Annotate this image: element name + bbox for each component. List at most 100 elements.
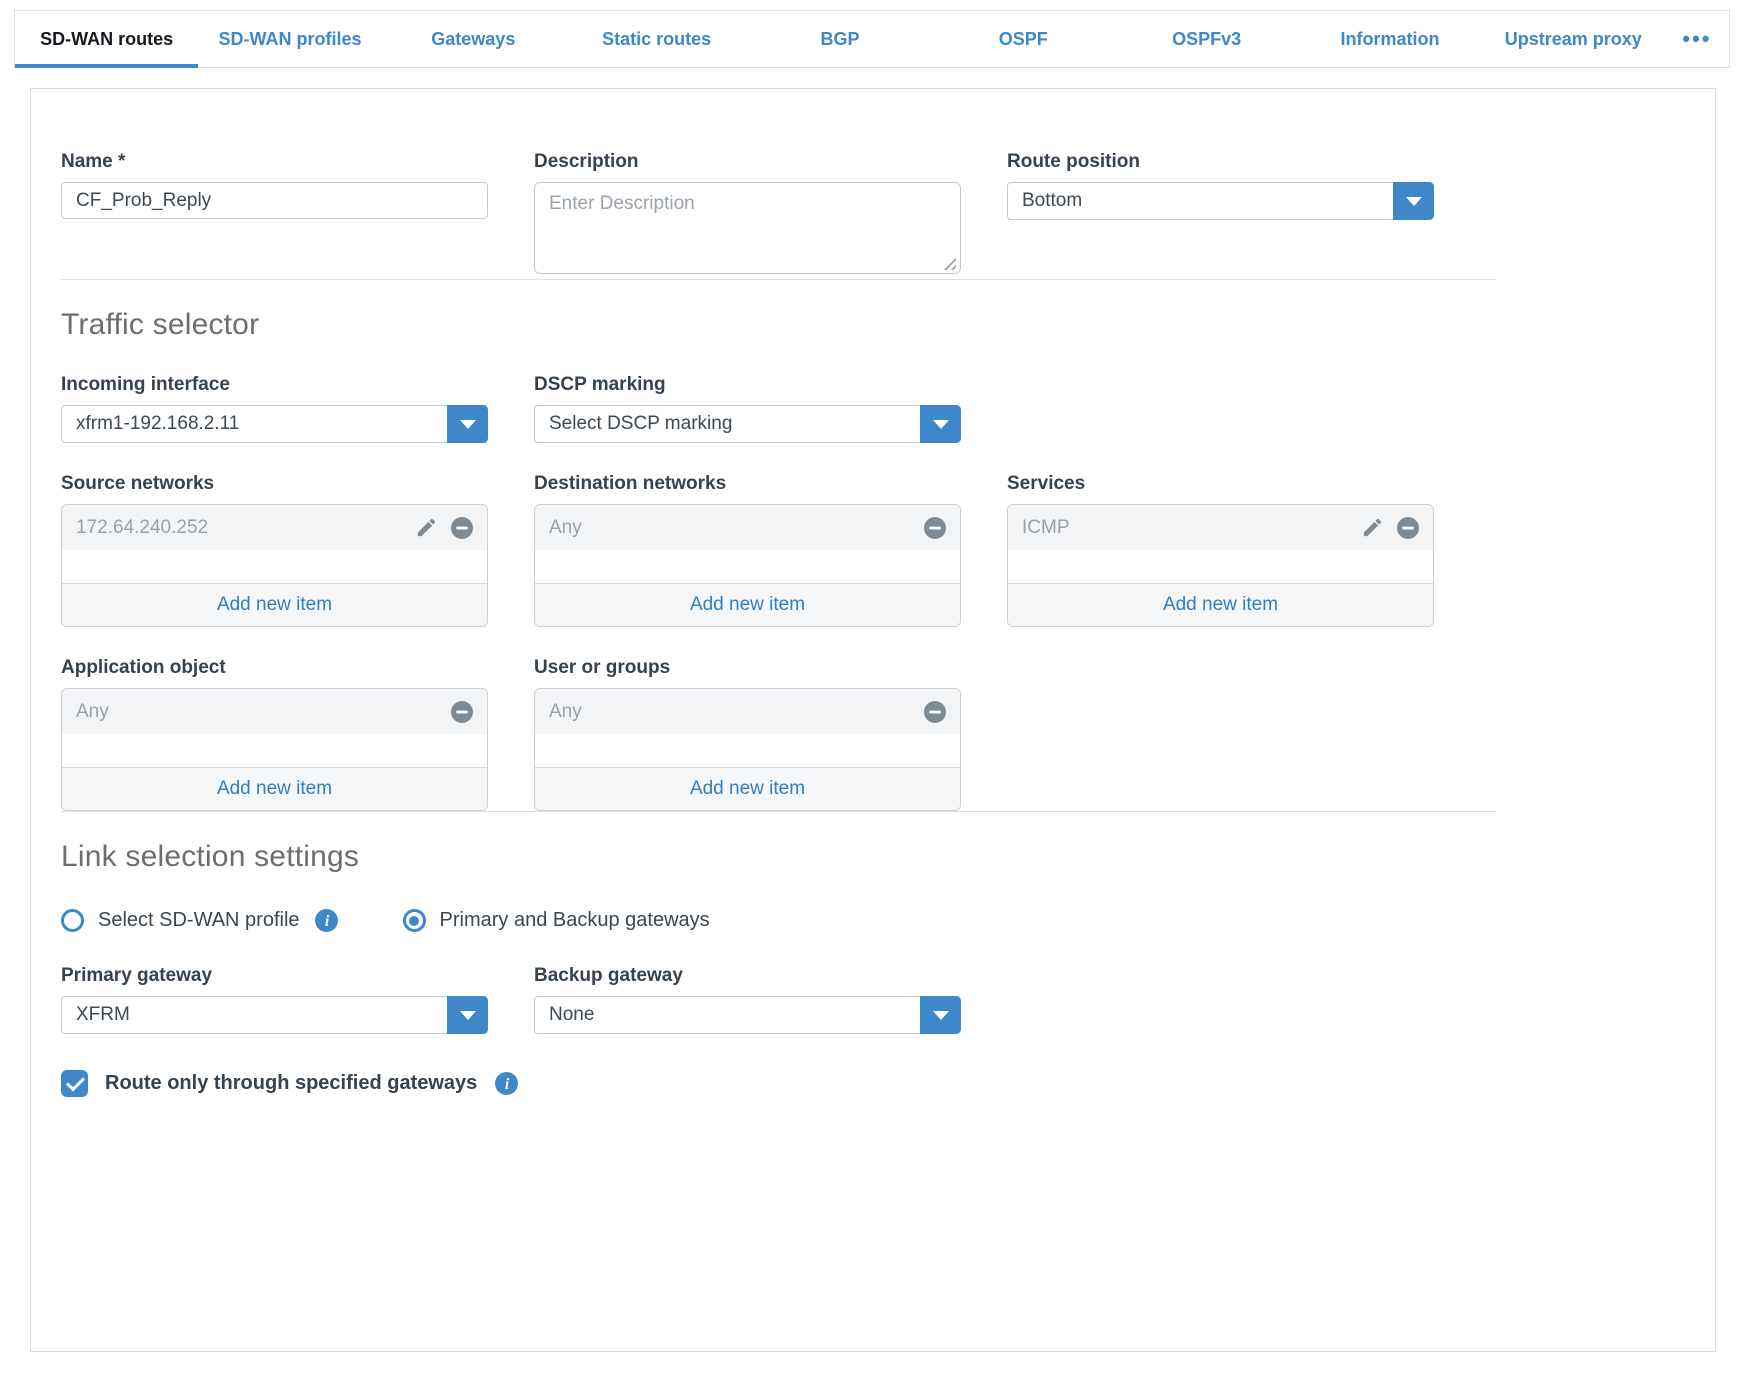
list-item: ICMP [1008,505,1433,550]
remove-icon[interactable] [923,700,947,724]
listbox-filler [535,734,960,767]
info-icon[interactable]: i [314,908,339,933]
destination-network-value: Any [549,517,582,539]
remove-icon[interactable] [1396,516,1420,540]
tab-ospf[interactable]: OSPF [932,11,1115,67]
radio-option-primary-backup[interactable]: Primary and Backup gateways [403,909,710,932]
dscp-field-group: DSCP marking Select DSCP marking [534,374,961,443]
incoming-interface-field-group: Incoming interface xfrm1-192.168.2.11 [61,374,488,443]
route-only-checkbox-row: Route only through specified gateways i [61,1070,1685,1097]
tab-gateways[interactable]: Gateways [382,11,565,67]
dscp-marking-dropdown-button[interactable] [920,405,961,443]
tab-sdwan-profiles[interactable]: SD-WAN profiles [198,11,381,67]
dscp-marking-select[interactable]: Select DSCP marking [534,405,961,443]
info-icon[interactable]: i [494,1071,519,1096]
route-position-label: Route position [1007,151,1434,173]
networks-services-row: Source networks 172.64.240.252 Add new i… [61,473,1685,627]
list-item: 172.64.240.252 [62,505,487,550]
tab-upstream-proxy[interactable]: Upstream proxy [1482,11,1665,67]
user-or-groups-label: User or groups [534,657,961,679]
application-users-row: Application object Any Add new item User… [61,657,1685,811]
route-position-dropdown-button[interactable] [1393,182,1434,220]
tab-static-routes[interactable]: Static routes [565,11,748,67]
tab-sdwan-routes[interactable]: SD-WAN routes [15,11,198,67]
dscp-marking-label: DSCP marking [534,374,961,396]
services-label: Services [1007,473,1434,495]
tab-bgp[interactable]: BGP [748,11,931,67]
checkbox-checked-icon[interactable] [61,1070,88,1097]
primary-gateway-select[interactable]: XFRM [61,996,488,1034]
svg-text:i: i [505,1076,510,1093]
chevron-down-icon [1406,197,1422,206]
listbox-filler [62,550,487,583]
section-divider [61,811,1496,812]
destination-networks-listbox: Any Add new item [534,504,961,627]
name-label: Name * [61,151,488,173]
radio-option-sdwan-profile[interactable]: Select SD-WAN profile i [61,908,339,933]
radio-checked-icon[interactable] [403,909,426,932]
remove-icon[interactable] [450,700,474,724]
incoming-interface-value: xfrm1-192.168.2.11 [76,413,239,435]
listbox-filler [62,734,487,767]
chevron-down-icon [460,420,476,429]
list-item: Any [62,689,487,734]
tab-ospfv3[interactable]: OSPFv3 [1115,11,1298,67]
add-new-item-button[interactable]: Add new item [535,767,960,810]
add-new-item-button[interactable]: Add new item [62,767,487,810]
name-input[interactable] [61,182,488,219]
listbox-filler [535,550,960,583]
primary-gateway-value: XFRM [76,1004,130,1026]
backup-gateway-select[interactable]: None [534,996,961,1034]
route-position-select[interactable]: Bottom [1007,182,1434,220]
description-field-group: Description [534,151,961,279]
primary-gateway-dropdown-button[interactable] [447,996,488,1034]
interface-dscp-row: Incoming interface xfrm1-192.168.2.11 DS… [61,374,1685,443]
edit-icon[interactable] [415,516,438,539]
radio-sdwan-profile-label: Select SD-WAN profile [98,909,300,932]
remove-icon[interactable] [450,516,474,540]
add-new-item-button[interactable]: Add new item [1008,583,1433,626]
sdwan-route-form-card: Name * Description Route position Bottom… [30,88,1716,1352]
backup-gateway-dropdown-button[interactable] [920,996,961,1034]
edit-icon[interactable] [1361,516,1384,539]
application-object-group: Application object Any Add new item [61,657,488,811]
more-tabs-icon[interactable]: ••• [1665,11,1729,67]
chevron-down-icon [933,1011,949,1020]
traffic-selector-heading: Traffic selector [61,308,1685,342]
route-position-field-group: Route position Bottom [1007,151,1434,220]
source-network-value: 172.64.240.252 [76,517,208,539]
incoming-interface-select[interactable]: xfrm1-192.168.2.11 [61,405,488,443]
name-field-group: Name * [61,151,488,219]
gateways-row: Primary gateway XFRM Backup gateway None [61,965,1685,1034]
description-input[interactable] [534,182,961,274]
listbox-filler [1008,550,1433,583]
tab-information[interactable]: Information [1298,11,1481,67]
services-group: Services ICMP Add new item [1007,473,1434,627]
radio-unchecked-icon[interactable] [61,909,84,932]
add-new-item-button[interactable]: Add new item [535,583,960,626]
user-or-groups-group: User or groups Any Add new item [534,657,961,811]
route-only-checkbox-label: Route only through specified gateways [105,1072,477,1095]
description-label: Description [534,151,961,173]
remove-icon[interactable] [923,516,947,540]
link-selection-radio-row: Select SD-WAN profile i Primary and Back… [61,908,1685,933]
tab-bar: SD-WAN routes SD-WAN profiles Gateways S… [14,10,1730,68]
application-object-value: Any [76,701,109,723]
backup-gateway-label: Backup gateway [534,965,961,987]
radio-primary-backup-label: Primary and Backup gateways [440,909,710,932]
general-settings-row: Name * Description Route position Bottom [61,151,1685,279]
service-value: ICMP [1022,517,1070,539]
user-or-groups-listbox: Any Add new item [534,688,961,811]
chevron-down-icon [460,1011,476,1020]
services-listbox: ICMP Add new item [1007,504,1434,627]
chevron-down-icon [933,420,949,429]
backup-gateway-group: Backup gateway None [534,965,961,1034]
dscp-marking-value: Select DSCP marking [549,413,732,435]
add-new-item-button[interactable]: Add new item [62,583,487,626]
source-networks-label: Source networks [61,473,488,495]
source-networks-group: Source networks 172.64.240.252 Add new i… [61,473,488,627]
application-object-listbox: Any Add new item [61,688,488,811]
incoming-interface-dropdown-button[interactable] [447,405,488,443]
section-divider [61,279,1496,280]
svg-text:i: i [324,913,329,930]
